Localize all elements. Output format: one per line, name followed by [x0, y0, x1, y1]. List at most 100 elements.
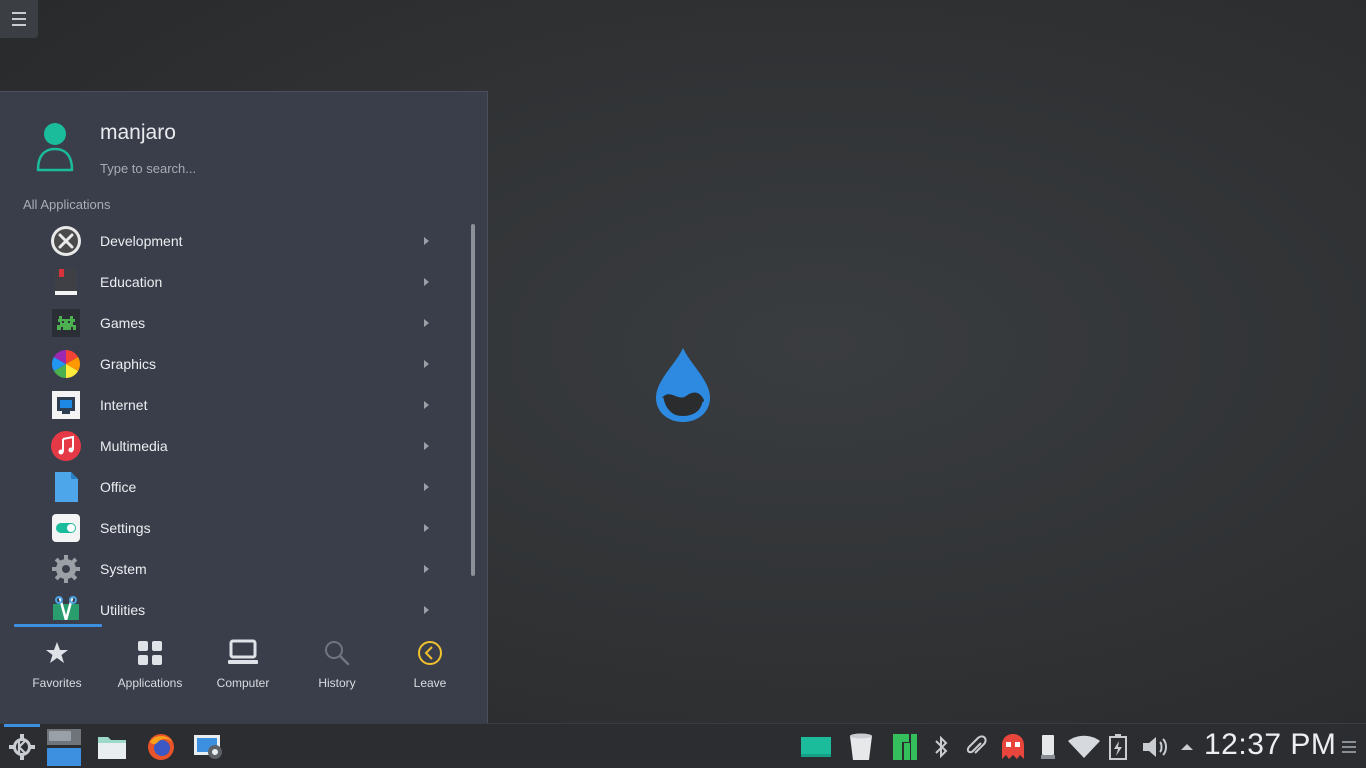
app-category-label: Settings [100, 519, 151, 536]
app-category-games[interactable]: Games [0, 302, 460, 343]
clipboard-tray-button[interactable] [962, 724, 990, 768]
hamburger-icon [12, 10, 26, 28]
application-list: Development Education Games Graphics Int… [0, 220, 460, 620]
bluetooth-tray-button[interactable] [928, 724, 954, 768]
active-tab-indicator [14, 624, 102, 627]
chevron-right-icon [424, 400, 429, 409]
multimedia-icon [50, 430, 82, 462]
computer-icon [198, 636, 288, 670]
app-category-office[interactable]: Office [0, 466, 460, 507]
internet-icon [50, 389, 82, 421]
battery-charging-icon [1109, 733, 1127, 760]
panel-options-button[interactable] [1338, 724, 1360, 768]
manjaro-settings-tray-button[interactable] [798, 724, 834, 768]
usb-drive-icon [1041, 734, 1055, 759]
desktop-menu-button[interactable] [0, 0, 38, 38]
education-icon [50, 266, 82, 298]
chevron-right-icon [424, 236, 429, 245]
firefox-button[interactable] [141, 724, 181, 768]
user-avatar [36, 123, 74, 172]
folder-icon [98, 736, 126, 759]
tab-computer[interactable]: Computer [198, 636, 288, 696]
app-category-label: System [100, 560, 147, 577]
chevron-right-icon [424, 318, 429, 327]
manjaro-hello-tray-button[interactable] [888, 724, 922, 768]
pager-icon [47, 728, 81, 766]
app-category-education[interactable]: Education [0, 261, 460, 302]
tab-applications[interactable]: Applications [105, 636, 195, 696]
user-name: manjaro [100, 121, 176, 144]
taskbar: 12:37 PM [0, 723, 1366, 768]
chevron-right-icon [424, 441, 429, 450]
screenshot-tool-button[interactable] [189, 724, 229, 768]
app-category-development[interactable]: Development [0, 220, 460, 261]
section-title: All Applications [23, 197, 111, 212]
bluetooth-icon [935, 735, 948, 758]
desktop-pager-button[interactable] [44, 724, 84, 768]
firefox-icon [148, 733, 174, 760]
grid-icon [105, 636, 195, 670]
volume-tray-button[interactable] [1140, 724, 1170, 768]
show-hidden-icons-button[interactable] [1176, 724, 1198, 768]
tab-favorites[interactable]: Favorites [12, 636, 102, 696]
manjaro-logo-icon [893, 733, 917, 760]
chevron-up-icon [1181, 743, 1193, 750]
kde-launcher-icon [9, 733, 35, 760]
app-category-settings[interactable]: Settings [0, 507, 460, 548]
tab-label: Computer [216, 676, 270, 690]
digital-clock[interactable]: 12:37 PM [1204, 728, 1336, 762]
app-category-label: Development [100, 232, 183, 249]
trash-icon [850, 733, 872, 760]
star-icon [12, 636, 102, 670]
monitor-green-icon [801, 736, 831, 757]
app-category-multimedia[interactable]: Multimedia [0, 425, 460, 466]
history-icon [292, 636, 382, 670]
graphics-icon [50, 348, 82, 380]
launcher-tabs: Favorites Applications Computer History … [0, 636, 488, 700]
tab-label: History [318, 676, 356, 690]
tab-label: Applications [117, 676, 183, 690]
chevron-right-icon [424, 277, 429, 286]
search-input[interactable] [100, 157, 460, 179]
octopi-tray-button[interactable] [998, 724, 1028, 768]
games-icon [50, 307, 82, 339]
chevron-right-icon [424, 564, 429, 573]
speaker-icon [1143, 736, 1167, 757]
app-category-utilities[interactable]: Utilities [0, 589, 460, 620]
app-category-graphics[interactable]: Graphics [0, 343, 460, 384]
ghost-icon [1002, 733, 1024, 759]
file-manager-button[interactable] [92, 724, 132, 768]
chevron-right-icon [424, 523, 429, 532]
app-category-label: Graphics [100, 355, 157, 372]
application-launcher-button[interactable] [4, 724, 40, 768]
tab-history[interactable]: History [292, 636, 382, 696]
development-icon [50, 225, 82, 257]
wifi-icon [1068, 735, 1100, 758]
app-category-label: Internet [100, 396, 148, 413]
tab-label: Leave [413, 676, 447, 690]
chevron-right-icon [424, 359, 429, 368]
device-notifier-tray-button[interactable] [1036, 724, 1060, 768]
hamburger-icon [1342, 740, 1356, 753]
app-category-label: Education [100, 273, 163, 290]
chevron-right-icon [424, 482, 429, 491]
system-icon [50, 553, 82, 585]
water-drop-icon [656, 348, 710, 422]
paperclip-icon [966, 734, 987, 754]
leave-icon [385, 636, 475, 670]
network-tray-button[interactable] [1066, 724, 1102, 768]
settings-icon [50, 512, 82, 544]
app-category-label: Utilities [100, 601, 146, 618]
app-category-label: Games [100, 314, 146, 331]
app-category-system[interactable]: System [0, 548, 460, 589]
tab-label: Favorites [32, 676, 82, 690]
app-list-scrollbar[interactable] [471, 224, 475, 576]
utilities-icon [50, 594, 82, 620]
app-category-label: Multimedia [100, 437, 168, 454]
tab-leave[interactable]: Leave [385, 636, 475, 696]
app-category-label: Office [100, 478, 137, 495]
battery-tray-button[interactable] [1106, 724, 1134, 768]
trash-tray-button[interactable] [844, 724, 878, 768]
chevron-right-icon [424, 605, 429, 614]
app-category-internet[interactable]: Internet [0, 384, 460, 425]
